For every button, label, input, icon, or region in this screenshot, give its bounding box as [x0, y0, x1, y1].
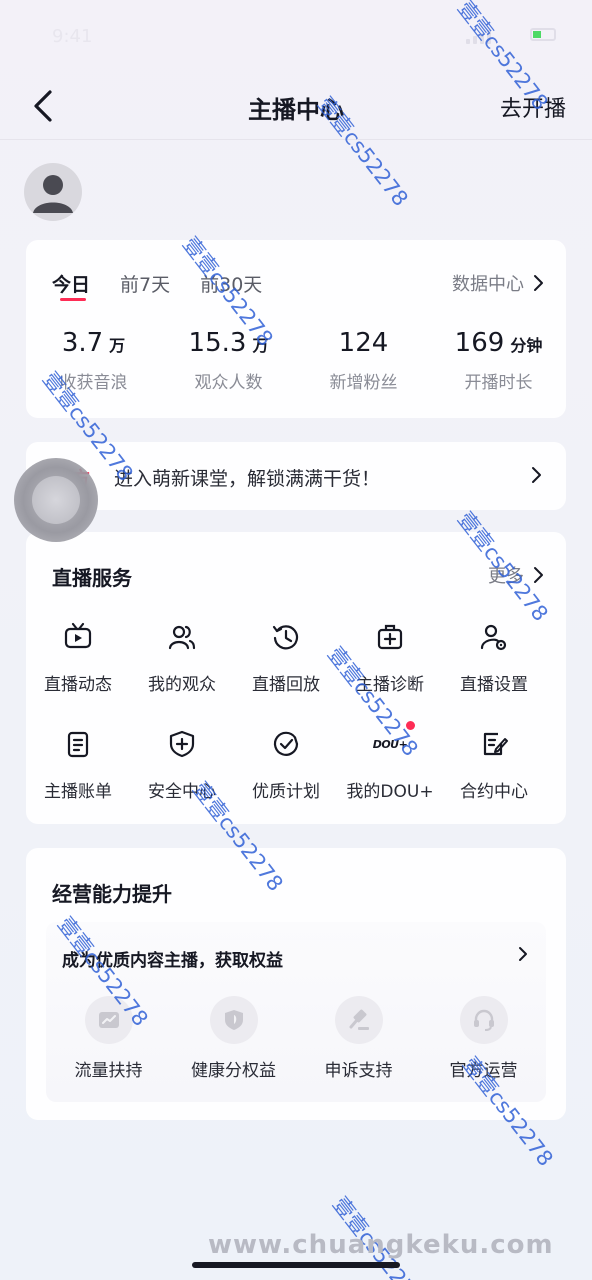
dou-logo-icon: DOU+ — [372, 727, 408, 761]
contract-icon — [477, 727, 511, 761]
shield-icon — [209, 996, 258, 1044]
panel-subtitle: 成为优质内容主播，获取权益 — [62, 951, 283, 971]
chevron-right-icon — [519, 947, 527, 961]
stat-value: 3.7 — [61, 328, 104, 358]
service-label: 直播设置 — [460, 675, 528, 695]
stat-live-duration[interactable]: 169 分钟 开播时长 — [431, 328, 566, 393]
tv-icon — [61, 620, 95, 654]
stats-row: 3.7 万 收获音浪 15.3 万 观众人数 124 新增粉丝 169 分钟 开播时长 — [26, 328, 566, 393]
services-grid-row-1: 直播动态 我的观众 直播回放 主播诊断 直播设置 — [26, 620, 566, 695]
business-ability-card: 经营能力提升 成为优质内容主播，获取权益 流量扶持 健康分权益 申诉支持 官方运… — [26, 848, 566, 1120]
banner-text: 进入萌新课堂，解锁满满干货！ — [114, 468, 381, 490]
benefit-label: 官方运营 — [449, 1061, 518, 1081]
stat-new-followers[interactable]: 124 新增粉丝 — [296, 328, 431, 393]
user-settings-icon — [477, 620, 511, 654]
dou-logo-text: DOU+ — [372, 737, 408, 751]
tab-today[interactable]: 今日 — [52, 270, 90, 301]
chevron-right-icon — [534, 275, 543, 291]
services-grid-row-2: 主播账单 安全中心 优质计划 DOU+ 我的DOU+ 合约中心 — [26, 721, 566, 802]
chevron-right-icon — [534, 567, 543, 583]
gavel-icon — [334, 996, 383, 1044]
navigation-bar: 主播中心 去开播 — [0, 70, 592, 140]
user-avatar-icon — [33, 175, 73, 213]
users-icon — [165, 620, 199, 654]
service-streamer-diagnosis[interactable]: 主播诊断 — [338, 620, 442, 695]
benefits-row: 流量扶持 健康分权益 申诉支持 官方运营 — [46, 996, 546, 1081]
stat-label: 新增粉丝 — [329, 373, 398, 393]
bill-icon — [61, 727, 95, 761]
shield-plus-icon — [165, 727, 199, 761]
more-link[interactable]: 更多 — [488, 562, 544, 588]
service-live-updates[interactable]: 直播动态 — [26, 620, 130, 695]
service-label: 我的DOU+ — [346, 782, 434, 802]
stats-card: 今日 前7天 前30天 数据中心 3.7 万 收获音浪 15.3 万 观众人数 12… — [26, 240, 566, 418]
stat-unit: 分钟 — [510, 336, 543, 355]
service-label: 安全中心 — [148, 782, 216, 802]
benefit-traffic-support[interactable]: 流量扶持 — [46, 996, 171, 1081]
service-streamer-bill[interactable]: 主播账单 — [26, 727, 130, 802]
trend-icon — [84, 996, 133, 1044]
benefit-appeal-support[interactable]: 申诉支持 — [296, 996, 421, 1081]
tab-30-days[interactable]: 前30天 — [200, 270, 262, 297]
avatar[interactable] — [24, 163, 82, 221]
stat-value: 169 — [454, 328, 505, 358]
section-title: 直播服务 — [52, 566, 132, 590]
benefit-health-score[interactable]: 健康分权益 — [171, 996, 296, 1081]
stat-unit: 万 — [109, 336, 126, 355]
benefit-official-operation[interactable]: 官方运营 — [421, 996, 546, 1081]
data-center-link[interactable]: 数据中心 — [452, 270, 544, 296]
more-label: 更多 — [488, 566, 524, 587]
status-bar: 9:41 — [0, 0, 592, 80]
section-title: 经营能力提升 — [52, 882, 172, 906]
notification-dot — [406, 721, 415, 730]
stat-value: 124 — [338, 328, 389, 358]
stat-unit: 万 — [252, 336, 269, 355]
service-label: 优质计划 — [252, 782, 320, 802]
assistive-touch-button[interactable] — [14, 458, 98, 542]
service-label: 直播回放 — [252, 675, 320, 695]
service-quality-plan[interactable]: 优质计划 — [234, 727, 338, 802]
status-time: 9:41 — [52, 26, 93, 47]
stat-earned-sound-waves[interactable]: 3.7 万 收获音浪 — [26, 328, 161, 393]
chevron-right-icon — [532, 467, 541, 483]
stat-value: 15.3 — [188, 328, 247, 358]
tab-7-days[interactable]: 前7天 — [120, 270, 170, 297]
data-center-label: 数据中心 — [452, 274, 524, 295]
service-label: 直播动态 — [44, 675, 112, 695]
check-circle-icon — [269, 727, 303, 761]
quality-streamer-panel[interactable]: 成为优质内容主播，获取权益 流量扶持 健康分权益 申诉支持 官方运营 — [46, 922, 546, 1102]
service-my-dou-plus[interactable]: DOU+ 我的DOU+ — [338, 721, 442, 802]
benefit-label: 流量扶持 — [74, 1061, 143, 1081]
headset-icon — [459, 996, 508, 1044]
stat-label: 观众人数 — [194, 373, 263, 393]
go-live-button[interactable]: 去开播 — [500, 91, 566, 123]
service-contract-center[interactable]: 合约中心 — [442, 727, 546, 802]
live-services-card: 直播服务 更多 直播动态 我的观众 直播回放 主播诊断 直播设置 主播账单 安全… — [26, 532, 566, 824]
benefit-label: 健康分权益 — [191, 1061, 276, 1081]
service-security-center[interactable]: 安全中心 — [130, 727, 234, 802]
period-tabs: 今日 前7天 前30天 — [52, 270, 262, 301]
medical-kit-icon — [373, 620, 407, 654]
signal-icon — [466, 30, 491, 44]
benefit-label: 申诉支持 — [324, 1061, 393, 1081]
official-banner[interactable]: 官方 进入萌新课堂，解锁满满干货！ — [26, 442, 566, 510]
history-icon — [269, 620, 303, 654]
service-label: 主播账单 — [44, 782, 112, 802]
stat-label: 开播时长 — [464, 373, 533, 393]
service-label: 主播诊断 — [356, 675, 424, 695]
service-live-replay[interactable]: 直播回放 — [234, 620, 338, 695]
service-label: 合约中心 — [460, 782, 528, 802]
stat-label: 收获音浪 — [59, 373, 128, 393]
service-live-settings[interactable]: 直播设置 — [442, 620, 546, 695]
service-label: 我的观众 — [148, 675, 216, 695]
home-indicator — [192, 1262, 400, 1268]
service-my-audience[interactable]: 我的观众 — [130, 620, 234, 695]
stat-viewers[interactable]: 15.3 万 观众人数 — [161, 328, 296, 393]
site-watermark: www.chuangkeku.com — [208, 1230, 554, 1260]
battery-icon — [530, 28, 556, 41]
